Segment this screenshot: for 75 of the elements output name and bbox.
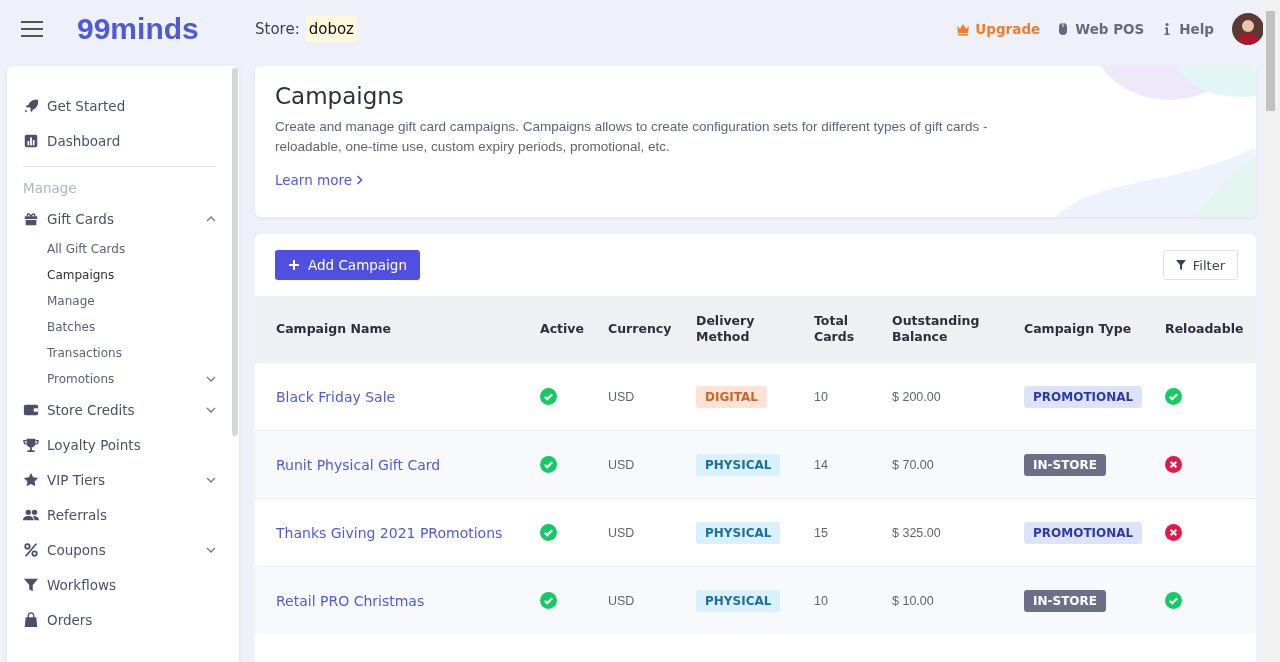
sidebar-scrollbar[interactable] — [232, 68, 238, 436]
column-header: Currency — [598, 296, 686, 363]
avatar[interactable] — [1232, 12, 1264, 45]
tag: IN-STORE — [1024, 453, 1106, 476]
sidebar-item[interactable]: Orders — [23, 602, 216, 637]
chart-icon — [23, 132, 39, 149]
table-cell: $ 200.00 — [892, 389, 941, 404]
sidebar-item[interactable]: Coupons — [23, 532, 216, 567]
campaign-link[interactable]: Black Friday Sale — [276, 388, 396, 405]
table-cell: USD — [608, 457, 635, 472]
campaign-link[interactable]: Thanks Giving 2021 PRomotions — [276, 524, 503, 541]
gift-icon — [23, 210, 39, 227]
sidebar-item[interactable]: Loyalty Points — [23, 427, 216, 462]
rocket-icon — [23, 97, 39, 114]
column-header: Active — [530, 296, 598, 363]
sidebar-item[interactable]: Dashboard — [23, 123, 216, 158]
page-title: Campaigns — [275, 83, 405, 109]
table-cell: USD — [608, 593, 635, 608]
plus-icon — [288, 259, 300, 271]
column-header: Outstanding Balance — [882, 296, 1014, 363]
filter-icon — [1175, 260, 1186, 270]
sidebar-subitem[interactable]: Campaigns — [23, 262, 216, 288]
column-header: Reloadable — [1155, 296, 1256, 363]
filter-button[interactable]: Filter — [1162, 250, 1238, 280]
sidebar-item[interactable]: Referrals — [23, 497, 216, 532]
table-cell: 15 — [814, 525, 828, 540]
tag: PROMOTIONAL — [1024, 521, 1143, 544]
filter-icon — [23, 576, 39, 593]
tag: PHYSICAL — [696, 453, 781, 476]
table-cell: 14 — [814, 457, 828, 472]
logo[interactable]: 99minds — [77, 11, 222, 46]
table-cell: $ 10.00 — [892, 593, 934, 608]
table-cell: 10 — [814, 593, 828, 608]
chevron-right-icon — [356, 175, 363, 185]
trophy-icon — [23, 436, 39, 453]
page-description: Create and manage gift card campaigns. Campaigns allows to create configuration sets for different types of gift cards - reloadable, one-time use, custom expiry periods, promotional, etc. — [275, 118, 989, 156]
tag: PHYSICAL — [696, 521, 781, 544]
tag: DIGITAL — [696, 385, 767, 408]
table-cell: USD — [608, 525, 635, 540]
tag: IN-STORE — [1024, 589, 1106, 612]
sidebar-item[interactable]: VIP Tiers — [23, 462, 216, 497]
sidebar-subitem[interactable]: Promotions — [23, 366, 216, 392]
bag-icon — [23, 611, 39, 628]
sidebar-item[interactable]: Workflows — [23, 567, 216, 602]
tag: PROMOTIONAL — [1024, 385, 1143, 408]
sidebar-item[interactable]: Gift Cards — [23, 201, 216, 236]
sidebar-subitem[interactable]: Manage — [23, 288, 216, 314]
percent-icon — [23, 541, 39, 558]
column-header: Delivery Method — [686, 296, 804, 363]
sidebar-subitem[interactable]: Transactions — [23, 340, 216, 366]
sidebar-item[interactable]: Store Credits — [23, 392, 216, 427]
table-cell: USD — [608, 389, 635, 404]
campaign-link[interactable]: Retail PRO Christmas — [276, 592, 425, 609]
add-campaign-button[interactable]: Add Campaign — [275, 250, 420, 280]
page-scrollbar[interactable] — [1263, 0, 1280, 662]
column-header: Campaign Type — [1014, 296, 1155, 363]
chevron-down-icon[interactable] — [206, 374, 216, 384]
table-cell: $ 70.00 — [892, 457, 934, 472]
menu-icon[interactable] — [20, 19, 44, 38]
sidebar-item[interactable]: Get Started — [23, 88, 216, 123]
column-header: Campaign Name — [255, 296, 530, 363]
sidebar-subitem[interactable]: All Gift Cards — [23, 236, 216, 262]
learn-more-link[interactable]: Learn more — [275, 172, 363, 188]
store-label: Store: — [255, 19, 300, 38]
tag: PHYSICAL — [696, 589, 781, 612]
table-cell: 10 — [814, 389, 828, 404]
campaign-link[interactable]: Runit Physical Gift Card — [276, 456, 441, 473]
help-link[interactable]: Help — [1160, 20, 1214, 37]
pos-link[interactable]: Web POS — [1056, 20, 1145, 37]
sidebar-subitem[interactable]: Batches — [23, 314, 216, 340]
store-name: doboz — [305, 15, 357, 42]
section-heading: Manage — [23, 179, 78, 198]
table-cell: $ 325.00 — [892, 525, 941, 540]
star-icon — [23, 471, 39, 488]
column-header: Total Cards — [804, 296, 882, 363]
